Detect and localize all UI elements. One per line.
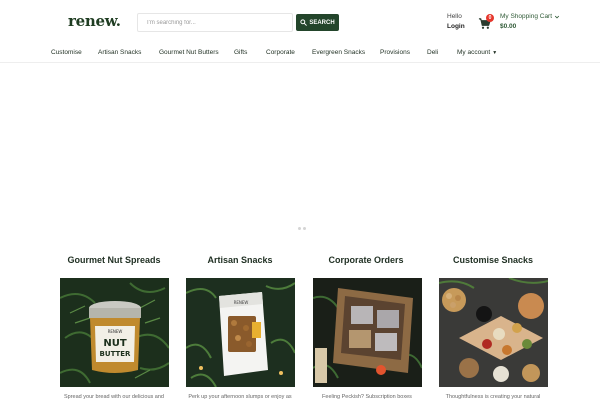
cart-title: My Shopping Cart xyxy=(500,13,553,20)
nav-item-corporate[interactable]: Corporate xyxy=(266,49,295,56)
category-desc-corporate-orders: Feeling Peckish? Subscription boxes xyxy=(322,394,412,400)
nut-butter-jar-image[interactable]: RENEW NUT BUTTER xyxy=(60,278,169,387)
nav-item-customise[interactable]: Customise xyxy=(51,49,82,56)
search-icon xyxy=(300,19,308,26)
corporate-gift-box-image[interactable] xyxy=(313,278,422,387)
login-link[interactable]: Login xyxy=(447,23,465,30)
jar-label-bottom: BUTTER xyxy=(100,350,132,358)
carousel-dot[interactable] xyxy=(298,227,301,230)
search-button-label: SEARCH xyxy=(309,19,335,26)
carousel-dots xyxy=(298,227,306,230)
search-input[interactable] xyxy=(137,13,293,32)
site-header: renew. SEARCH Hello Login 0 My Shopping … xyxy=(0,0,600,44)
category-title-artisan-snacks[interactable]: Artisan Snacks xyxy=(170,255,310,265)
account-greeting: Hello xyxy=(447,13,462,20)
nav-item-my-account[interactable]: My account ▼ xyxy=(457,49,497,56)
nav-item-evergreen-snacks[interactable]: Evergreen Snacks xyxy=(312,49,365,56)
category-title-customise-snacks[interactable]: Customise Snacks xyxy=(423,255,563,265)
cart-count-badge: 0 xyxy=(486,14,494,22)
category-desc-gourmet-nut-spreads: Spread your bread with our delicious and xyxy=(64,394,164,400)
nav-item-deli[interactable]: Deli xyxy=(427,49,438,56)
category-desc-artisan-snacks: Perk up your afternoon slumps or enjoy a… xyxy=(188,394,292,400)
cart-dropdown[interactable]: My Shopping Cart xyxy=(500,13,560,20)
jar-label-top: RENEW xyxy=(108,329,123,334)
brand-logo[interactable]: renew. xyxy=(68,12,121,30)
category-title-gourmet-nut-spreads[interactable]: Gourmet Nut Spreads xyxy=(44,255,184,265)
customise-snacks-board-image[interactable] xyxy=(439,278,548,387)
search-button[interactable]: SEARCH xyxy=(296,14,339,31)
nav-item-gifts[interactable]: Gifts xyxy=(234,49,247,56)
caret-down-icon: ▼ xyxy=(492,50,498,56)
pouch-label: RENEW xyxy=(234,300,249,305)
carousel-dot[interactable] xyxy=(303,227,306,230)
nav-item-gourmet-nut-butters[interactable]: Gourmet Nut Butters xyxy=(159,49,219,56)
my-account-label: My account xyxy=(457,49,491,56)
cart-total: $0.00 xyxy=(500,23,517,30)
artisan-snack-pouch-image[interactable]: RENEW xyxy=(186,278,295,387)
main-navigation: Customise Artisan Snacks Gourmet Nut But… xyxy=(0,44,600,63)
chevron-down-icon xyxy=(554,15,560,18)
nav-item-provisions[interactable]: Provisions xyxy=(380,49,410,56)
hero-banner xyxy=(0,63,600,238)
category-desc-customise-snacks: Thoughtfulness is creating your natural xyxy=(445,394,541,400)
nav-item-artisan-snacks[interactable]: Artisan Snacks xyxy=(98,49,141,56)
jar-label-mid: NUT xyxy=(103,338,126,349)
category-title-corporate-orders[interactable]: Corporate Orders xyxy=(296,255,436,265)
